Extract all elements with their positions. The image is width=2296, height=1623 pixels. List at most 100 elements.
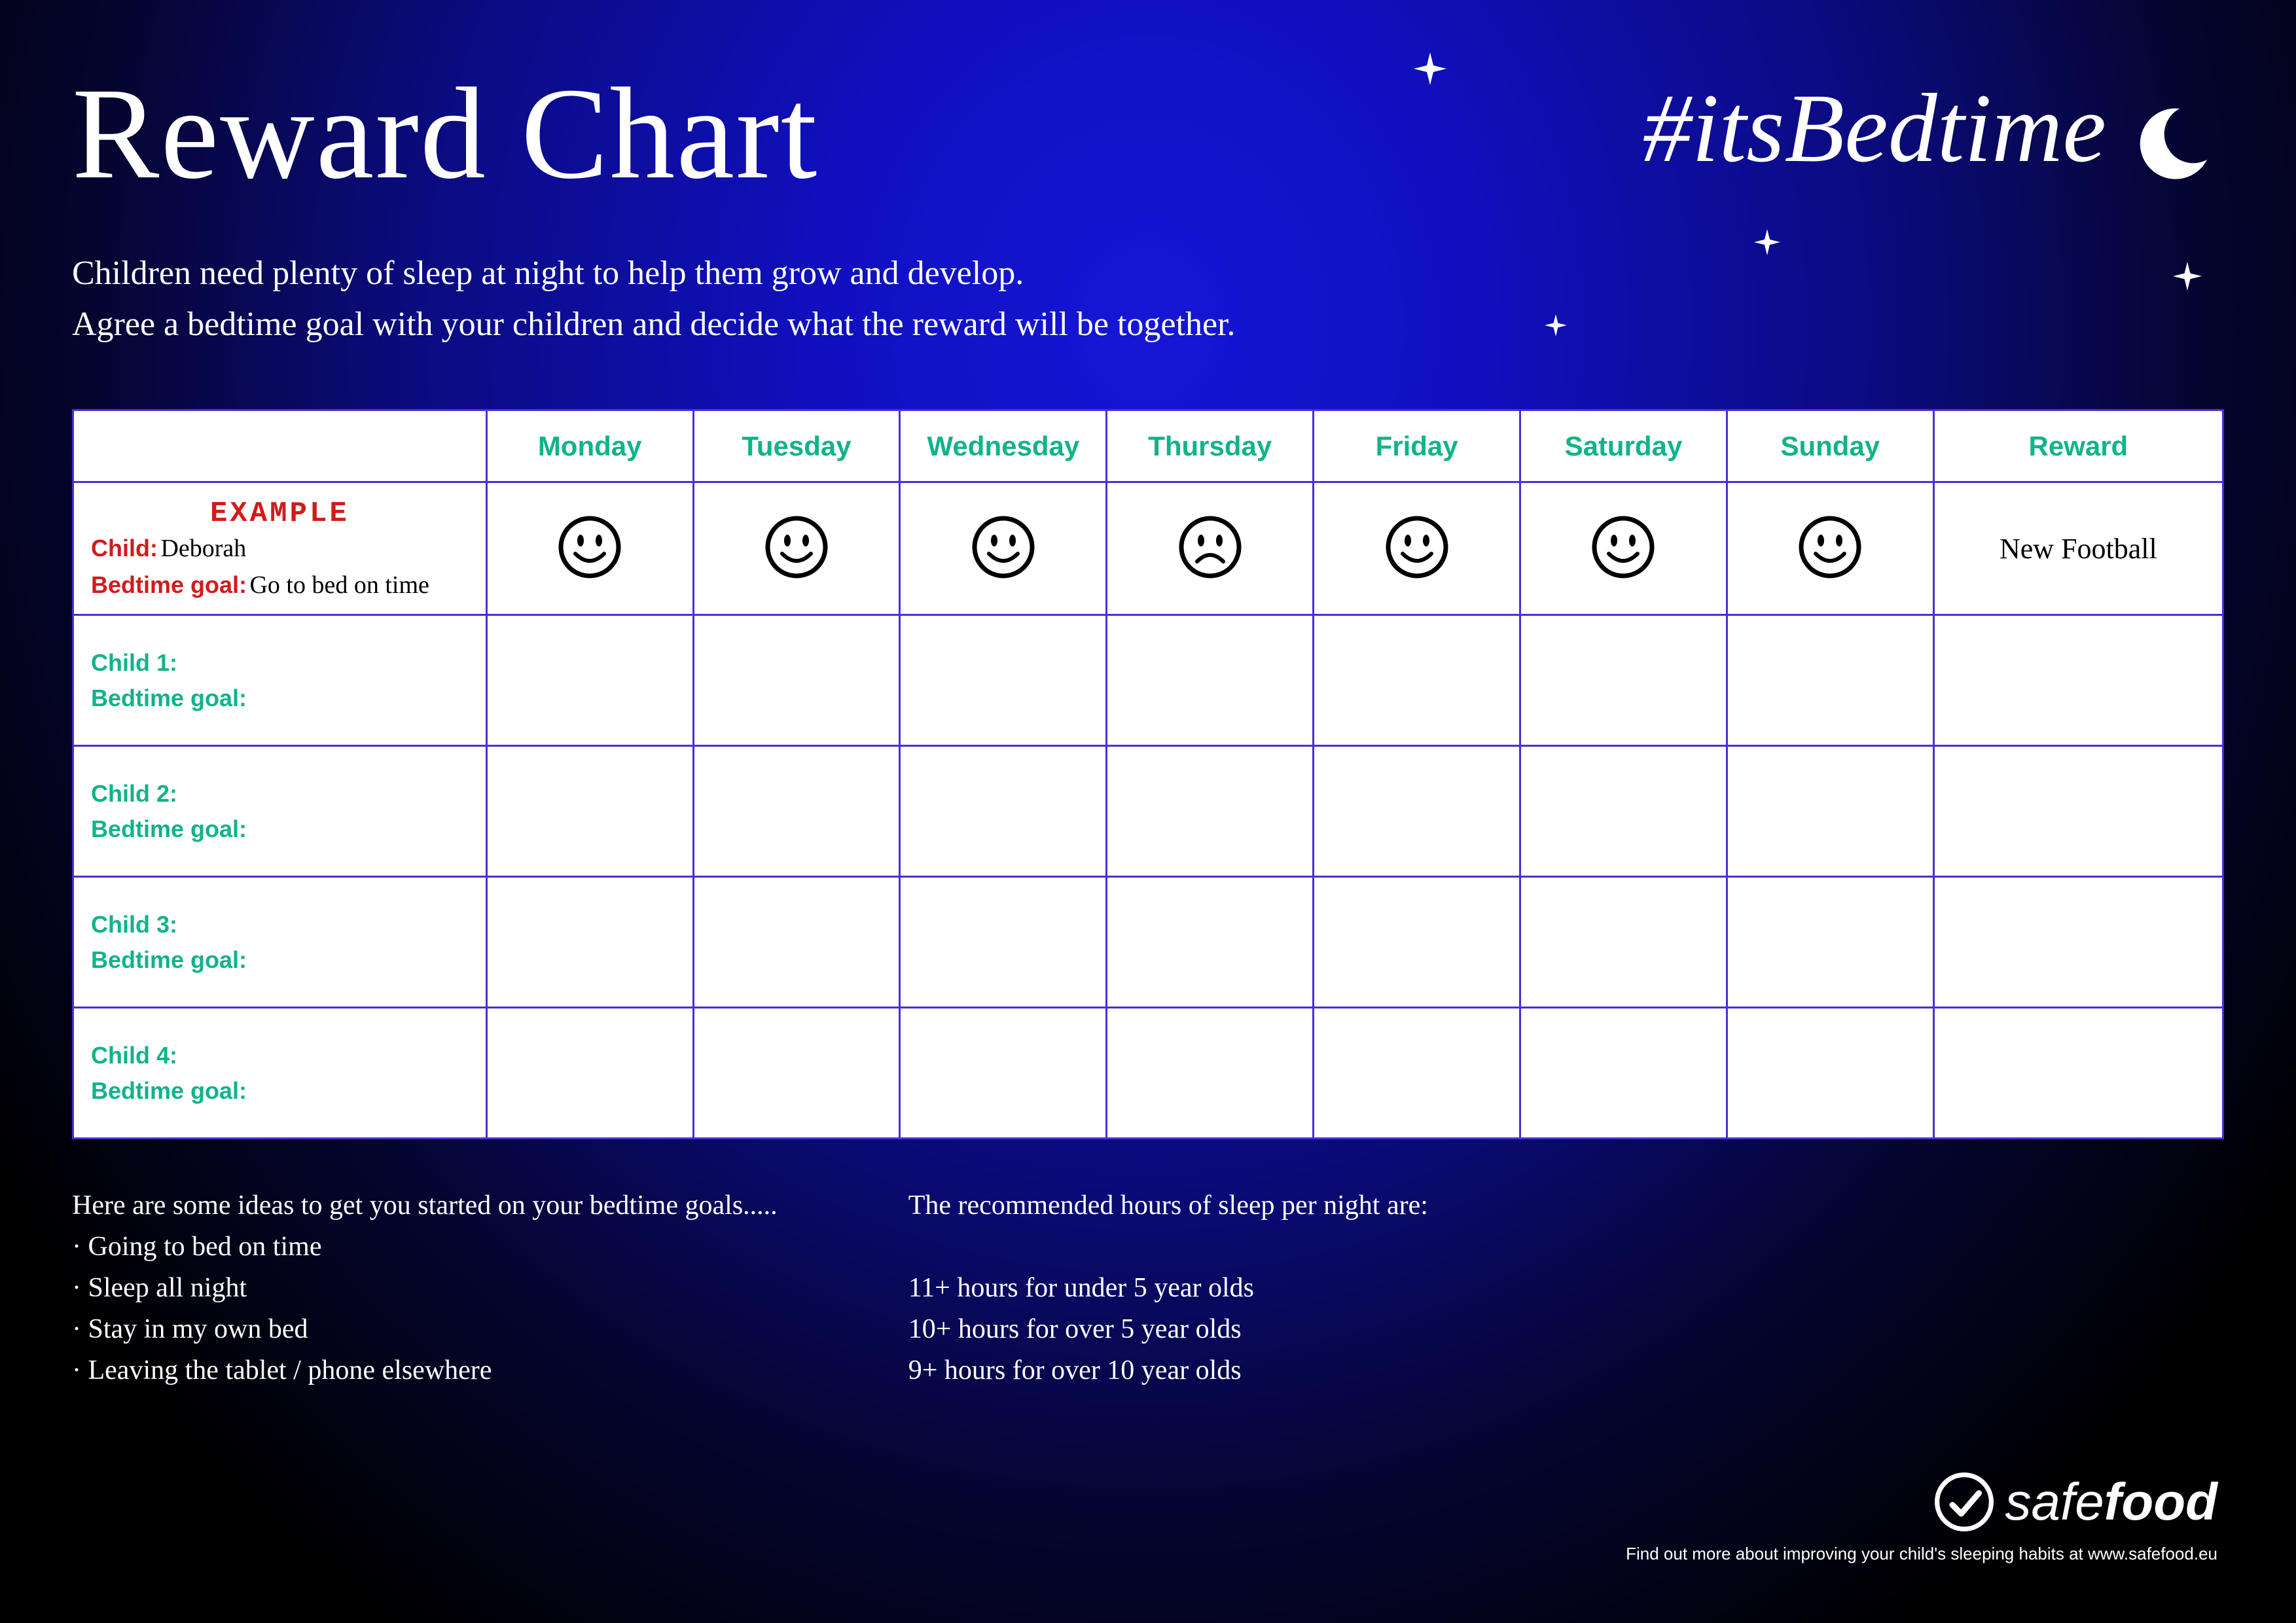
day-cell[interactable] — [486, 877, 693, 1008]
table-row: Child 2: Bedtime goal: — [73, 746, 2223, 877]
sparkle-icon — [1414, 52, 1446, 85]
table-row: Child 1: Bedtime goal: — [73, 615, 2223, 746]
goal-label: Bedtime goal: — [91, 1077, 247, 1104]
child-label: Child 2: — [91, 780, 177, 807]
example-tag: EXAMPLE — [91, 497, 469, 530]
idea-item: Stay in my own bed — [72, 1309, 778, 1350]
day-cell[interactable] — [900, 877, 1107, 1008]
day-cell[interactable] — [693, 482, 900, 615]
child-label: Child 1: — [91, 649, 177, 676]
recommended-block: The recommended hours of sleep per night… — [908, 1185, 1428, 1391]
header-day: Tuesday — [693, 410, 900, 482]
day-cell[interactable] — [1520, 615, 1727, 746]
happy-face-icon — [557, 514, 622, 580]
intro-line: Agree a bedtime goal with your children … — [72, 299, 2224, 350]
logo-text-light: safe — [2005, 1472, 2104, 1531]
day-cell[interactable] — [1107, 615, 1314, 746]
day-cell[interactable] — [486, 1008, 693, 1139]
day-cell[interactable] — [1520, 746, 1727, 877]
day-cell[interactable] — [693, 615, 900, 746]
recommended-item: 9+ hours for over 10 year olds — [908, 1350, 1428, 1391]
example-row: EXAMPLE Child: Deborah Bedtime goal: Go … — [73, 482, 2223, 615]
sparkle-icon — [1754, 229, 1780, 255]
header-day: Friday — [1314, 410, 1520, 482]
example-label-cell: EXAMPLE Child: Deborah Bedtime goal: Go … — [73, 482, 487, 615]
idea-item: Leaving the tablet / phone elsewhere — [72, 1350, 778, 1391]
logo-tagline: Find out more about improving your child… — [1626, 1544, 2217, 1564]
intro-line: Children need plenty of sleep at night t… — [72, 248, 2224, 299]
hashtag: #itsBedtime — [1643, 72, 2106, 185]
day-cell[interactable] — [1520, 1008, 1727, 1139]
day-cell[interactable] — [1727, 877, 1933, 1008]
day-cell[interactable] — [693, 877, 900, 1008]
reward-cell[interactable] — [1933, 746, 2223, 877]
goal-label: Bedtime goal: — [91, 685, 247, 711]
day-cell[interactable] — [1727, 482, 1933, 615]
child-label: Child: — [91, 535, 158, 562]
reward-chart-table: Monday Tuesday Wednesday Thursday Friday… — [72, 409, 2224, 1139]
row-label-cell[interactable]: Child 3: Bedtime goal: — [73, 877, 487, 1008]
sparkle-icon — [2173, 262, 2202, 291]
day-cell[interactable] — [1520, 877, 1727, 1008]
day-cell[interactable] — [1727, 1008, 1933, 1139]
header-day: Saturday — [1520, 410, 1727, 482]
day-cell[interactable] — [1520, 482, 1727, 615]
ideas-heading: Here are some ideas to get you started o… — [72, 1185, 778, 1226]
happy-face-icon — [971, 514, 1036, 580]
reward-cell[interactable]: New Football — [1933, 482, 2223, 615]
header-blank — [73, 410, 487, 482]
day-cell[interactable] — [1107, 1008, 1314, 1139]
header-reward: Reward — [1933, 410, 2223, 482]
day-cell[interactable] — [1107, 746, 1314, 877]
day-cell[interactable] — [1314, 482, 1520, 615]
reward-cell[interactable] — [1933, 877, 2223, 1008]
row-label-cell[interactable]: Child 2: Bedtime goal: — [73, 746, 487, 877]
goal-label: Bedtime goal: — [91, 946, 247, 973]
safefood-logo: safefood — [1626, 1472, 2217, 1532]
header-day: Wednesday — [900, 410, 1107, 482]
day-cell[interactable] — [693, 1008, 900, 1139]
day-cell[interactable] — [1314, 877, 1520, 1008]
day-cell[interactable] — [1727, 615, 1933, 746]
day-cell[interactable] — [486, 746, 693, 877]
day-cell[interactable] — [693, 746, 900, 877]
safefood-logo-icon — [1935, 1472, 1994, 1531]
day-cell[interactable] — [900, 746, 1107, 877]
day-cell[interactable] — [486, 482, 693, 615]
day-cell[interactable] — [486, 615, 693, 746]
table-header-row: Monday Tuesday Wednesday Thursday Friday… — [73, 410, 2223, 482]
day-cell[interactable] — [1314, 746, 1520, 877]
child-name: Deborah — [160, 535, 246, 562]
reward-cell[interactable] — [1933, 1008, 2223, 1139]
recommended-item: 11+ hours for under 5 year olds — [908, 1268, 1428, 1309]
day-cell[interactable] — [1107, 482, 1314, 615]
day-cell[interactable] — [900, 1008, 1107, 1139]
header-day: Monday — [486, 410, 693, 482]
day-cell[interactable] — [1107, 877, 1314, 1008]
day-cell[interactable] — [1727, 746, 1933, 877]
child-label: Child 3: — [91, 911, 177, 938]
day-cell[interactable] — [1314, 615, 1520, 746]
happy-face-icon — [1384, 514, 1450, 580]
day-cell[interactable] — [900, 482, 1107, 615]
row-label-cell[interactable]: Child 4: Bedtime goal: — [73, 1008, 487, 1139]
ideas-block: Here are some ideas to get you started o… — [72, 1185, 778, 1391]
recommended-heading: The recommended hours of sleep per night… — [908, 1185, 1428, 1226]
page-title: Reward Chart — [72, 59, 818, 209]
sparkle-icon — [1545, 314, 1567, 336]
table-row: Child 4: Bedtime goal: — [73, 1008, 2223, 1139]
day-cell[interactable] — [1314, 1008, 1520, 1139]
recommended-item: 10+ hours for over 5 year olds — [908, 1309, 1428, 1350]
table-row: Child 3: Bedtime goal: — [73, 877, 2223, 1008]
goal-label: Bedtime goal: — [91, 815, 247, 842]
happy-face-icon — [1590, 514, 1656, 580]
happy-face-icon — [764, 514, 829, 580]
reward-cell[interactable] — [1933, 615, 2223, 746]
goal-label: Bedtime goal: — [91, 571, 247, 598]
sad-face-icon — [1177, 514, 1243, 580]
row-label-cell[interactable]: Child 1: Bedtime goal: — [73, 615, 487, 746]
goal-value: Go to bed on time — [249, 571, 429, 599]
idea-item: Going to bed on time — [72, 1226, 778, 1268]
day-cell[interactable] — [900, 615, 1107, 746]
child-label: Child 4: — [91, 1042, 177, 1069]
